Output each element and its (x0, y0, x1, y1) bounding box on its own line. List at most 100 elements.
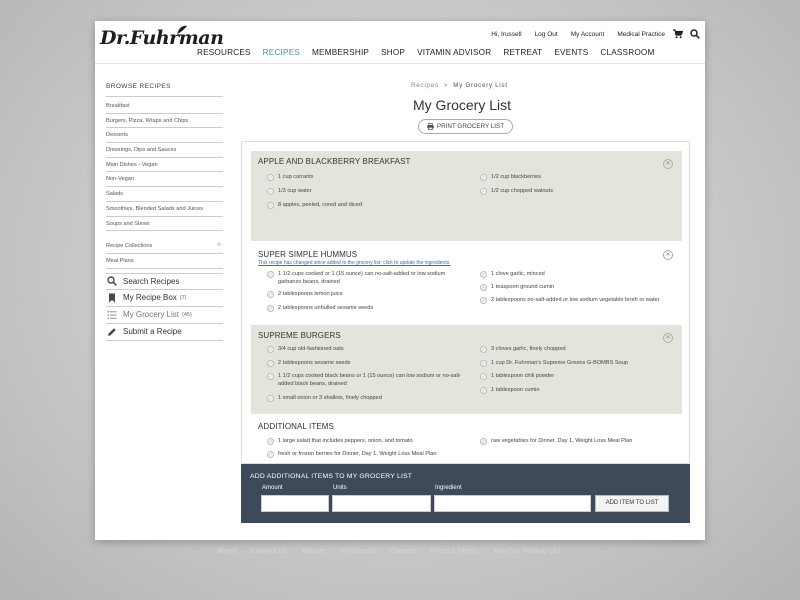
check-icon[interactable]: ✓ (480, 271, 487, 278)
logo[interactable]: Dr.Fuhrman (100, 25, 224, 49)
recipe-title: ADDITIONAL ITEMS (258, 422, 334, 431)
check-icon[interactable]: ✓ (267, 271, 274, 278)
sidebar-item-breakfast[interactable]: Breakfast (106, 99, 223, 114)
footer-about[interactable]: About (217, 546, 237, 555)
top-links: Hi, Irussell Log Out My Account Medical … (491, 31, 665, 38)
units-input[interactable] (332, 495, 431, 512)
recipe-box-link[interactable]: My Recipe Box (7) (106, 290, 223, 307)
check-icon[interactable]: ✓ (480, 284, 487, 291)
check-icon[interactable]: ✓ (480, 188, 487, 195)
ingredient-item[interactable]: ✓ 1 large salad that includes peppers, on… (267, 438, 472, 446)
print-grocery-list-button[interactable]: PRINT GROCERY LIST (418, 119, 513, 134)
footer-careers[interactable]: Careers (389, 546, 416, 555)
ingredient-item[interactable]: ✓ 1 cup currants (267, 174, 467, 182)
check-icon[interactable]: ✓ (480, 387, 487, 394)
sidebar-item-non-vegan[interactable]: Non-Vegan (106, 172, 223, 188)
header-divider (95, 63, 705, 64)
ingredient-item[interactable]: ✓ 1 clove garlic, minced (480, 271, 675, 279)
sidebar-item-burgers[interactable]: Burgers, Pizza, Wraps and Chips (106, 114, 223, 129)
footer-mailing[interactable]: Join Our Mailing List (493, 546, 561, 555)
grocery-list-link[interactable]: My Grocery List (45) (106, 307, 223, 324)
add-item-button[interactable]: ADD ITEM TO LIST (595, 495, 669, 512)
amount-input[interactable] (261, 495, 329, 512)
check-icon[interactable]: ✓ (267, 438, 274, 445)
check-icon[interactable]: ✓ (267, 174, 274, 181)
breadcrumb-separator: > (443, 82, 449, 89)
ingredient-item[interactable]: ✓ 1/2 cup chopped walnuts (480, 188, 675, 196)
remove-recipe-icon[interactable]: ✕ (663, 159, 673, 169)
check-icon[interactable]: ✓ (480, 438, 487, 445)
collections-label: Recipe Collections (106, 243, 153, 250)
ingredient-item[interactable]: ✓ 1 tablespoon chili powder (480, 373, 675, 381)
plus-icon[interactable]: + (216, 239, 222, 252)
sidebar-item-salads[interactable]: Salads (106, 187, 223, 202)
check-icon[interactable]: ✓ (480, 346, 487, 353)
footer-wholesale[interactable]: Wholesale (340, 546, 375, 555)
medical-practice-link[interactable]: Medical Practice (617, 31, 665, 38)
footer-press[interactable]: Press & Media (430, 546, 479, 555)
ingredient-item[interactable]: ✓ 1 1/2 cups cooked or 1 (15 ounce) can n… (267, 271, 467, 286)
nav-membership[interactable]: MEMBERSHIP (312, 48, 369, 57)
sidebar-item-meal-plans[interactable]: Meal Plans (106, 254, 223, 269)
check-icon[interactable]: ✓ (267, 188, 274, 195)
recipe-update-link[interactable]: This recipe has changed since added to t… (258, 260, 451, 266)
check-icon[interactable]: ✓ (267, 291, 274, 298)
footer-affiliate[interactable]: Affiliate (302, 546, 326, 555)
ingredient-item[interactable]: ✓ 3 cloves garlic, finely chopped (480, 346, 675, 354)
ingredient-item[interactable]: ✓ 1 1/2 cups cooked black beans or 1 (15 … (267, 373, 467, 388)
submit-recipe-link[interactable]: Submit a Recipe (106, 324, 223, 341)
recipe-card: SUPER SIMPLE HUMMUS ✕ This recipe has ch… (251, 241, 682, 325)
breadcrumb-recipes[interactable]: Recipes (411, 82, 439, 89)
nav-retreat[interactable]: RETREAT (503, 48, 542, 57)
check-icon[interactable]: ✓ (480, 174, 487, 181)
check-icon[interactable]: ✓ (480, 373, 487, 380)
ingredient-item[interactable]: ✓ 1 teaspoon ground cumin (480, 284, 675, 292)
nav-classroom[interactable]: CLASSROOM (600, 48, 654, 57)
check-icon[interactable]: ✓ (267, 346, 274, 353)
sidebar-item-collections[interactable]: Recipe Collections + (106, 239, 223, 254)
check-icon[interactable]: ✓ (267, 395, 274, 402)
sidebar-item-smoothies[interactable]: Smoothies, Blended Salads and Juices (106, 202, 223, 217)
my-account-link[interactable]: My Account (571, 31, 605, 38)
sidebar-item-dressings[interactable]: Dressings, Dips and Sauces (106, 143, 223, 158)
ingredient-item[interactable]: ✓ 1 tablespoon cumin (480, 387, 675, 395)
footer-contact[interactable]: Contact Us (251, 546, 288, 555)
ingredient-item[interactable]: ✓ 8 apples, peeled, cored and diced (267, 202, 467, 210)
list-icon (107, 310, 117, 319)
ingredient-item[interactable]: ✓ raw vegetables for Dinner, Day 1, Weigh… (480, 438, 675, 446)
check-icon[interactable]: ✓ (267, 373, 274, 380)
remove-recipe-icon[interactable]: ✕ (663, 333, 673, 343)
ingredient-item[interactable]: ✓ 2 tablespoons unhulled sesame seeds (267, 305, 467, 313)
check-icon[interactable]: ✓ (267, 360, 274, 367)
nav-vitamin-advisor[interactable]: VITAMIN ADVISOR (417, 48, 491, 57)
sidebar-item-soups[interactable]: Soups and Stews (106, 217, 223, 232)
nav-shop[interactable]: SHOP (381, 48, 405, 57)
nav-events[interactable]: EVENTS (554, 48, 588, 57)
check-icon[interactable]: ✓ (267, 451, 274, 458)
ingredient-item[interactable]: ✓ 1 small onion or 3 shallots, finely cho… (267, 395, 467, 403)
ingredient-item[interactable]: ✓ 2 tablespoons no-salt-added or low sodi… (480, 297, 675, 305)
ingredient-item[interactable]: ✓ 1 cup Dr. Fuhrman's Supreme Greens G-BO… (480, 360, 675, 368)
ingredient-item[interactable]: ✓ fresh or frozen berries for Dinner, Day… (267, 451, 472, 459)
check-icon[interactable]: ✓ (267, 305, 274, 312)
ingredient-item[interactable]: ✓ 2 tablespoons sesame seeds (267, 360, 467, 368)
page-title: My Grocery List (413, 97, 512, 113)
check-icon[interactable]: ✓ (267, 202, 274, 209)
ingredient-item[interactable]: ✓ 3/4 cup old-fashioned oats (267, 346, 467, 354)
check-icon[interactable]: ✓ (480, 297, 487, 304)
nav-resources[interactable]: RESOURCES (197, 48, 251, 57)
sidebar-item-main-dishes[interactable]: Main Dishes - Vegan (106, 158, 223, 173)
nav-recipes[interactable]: RECIPES (263, 48, 300, 57)
ingredient-item[interactable]: ✓ 1/3 cup water (267, 188, 467, 196)
cart-icon[interactable] (673, 29, 683, 39)
ingredient-input[interactable] (434, 495, 591, 512)
recipe-title: APPLE AND BLACKBERRY BREAKFAST (258, 157, 411, 166)
search-recipes-link[interactable]: Search Recipes (106, 272, 223, 290)
ingredient-item[interactable]: ✓ 2 tablespoons lemon juice (267, 291, 467, 299)
check-icon[interactable]: ✓ (480, 360, 487, 367)
remove-recipe-icon[interactable]: ✕ (663, 250, 673, 260)
logout-link[interactable]: Log Out (535, 31, 558, 38)
ingredient-item[interactable]: ✓ 1/2 cup blackberries (480, 174, 675, 182)
sidebar-item-desserts[interactable]: Desserts (106, 128, 223, 144)
search-icon[interactable] (690, 29, 700, 39)
